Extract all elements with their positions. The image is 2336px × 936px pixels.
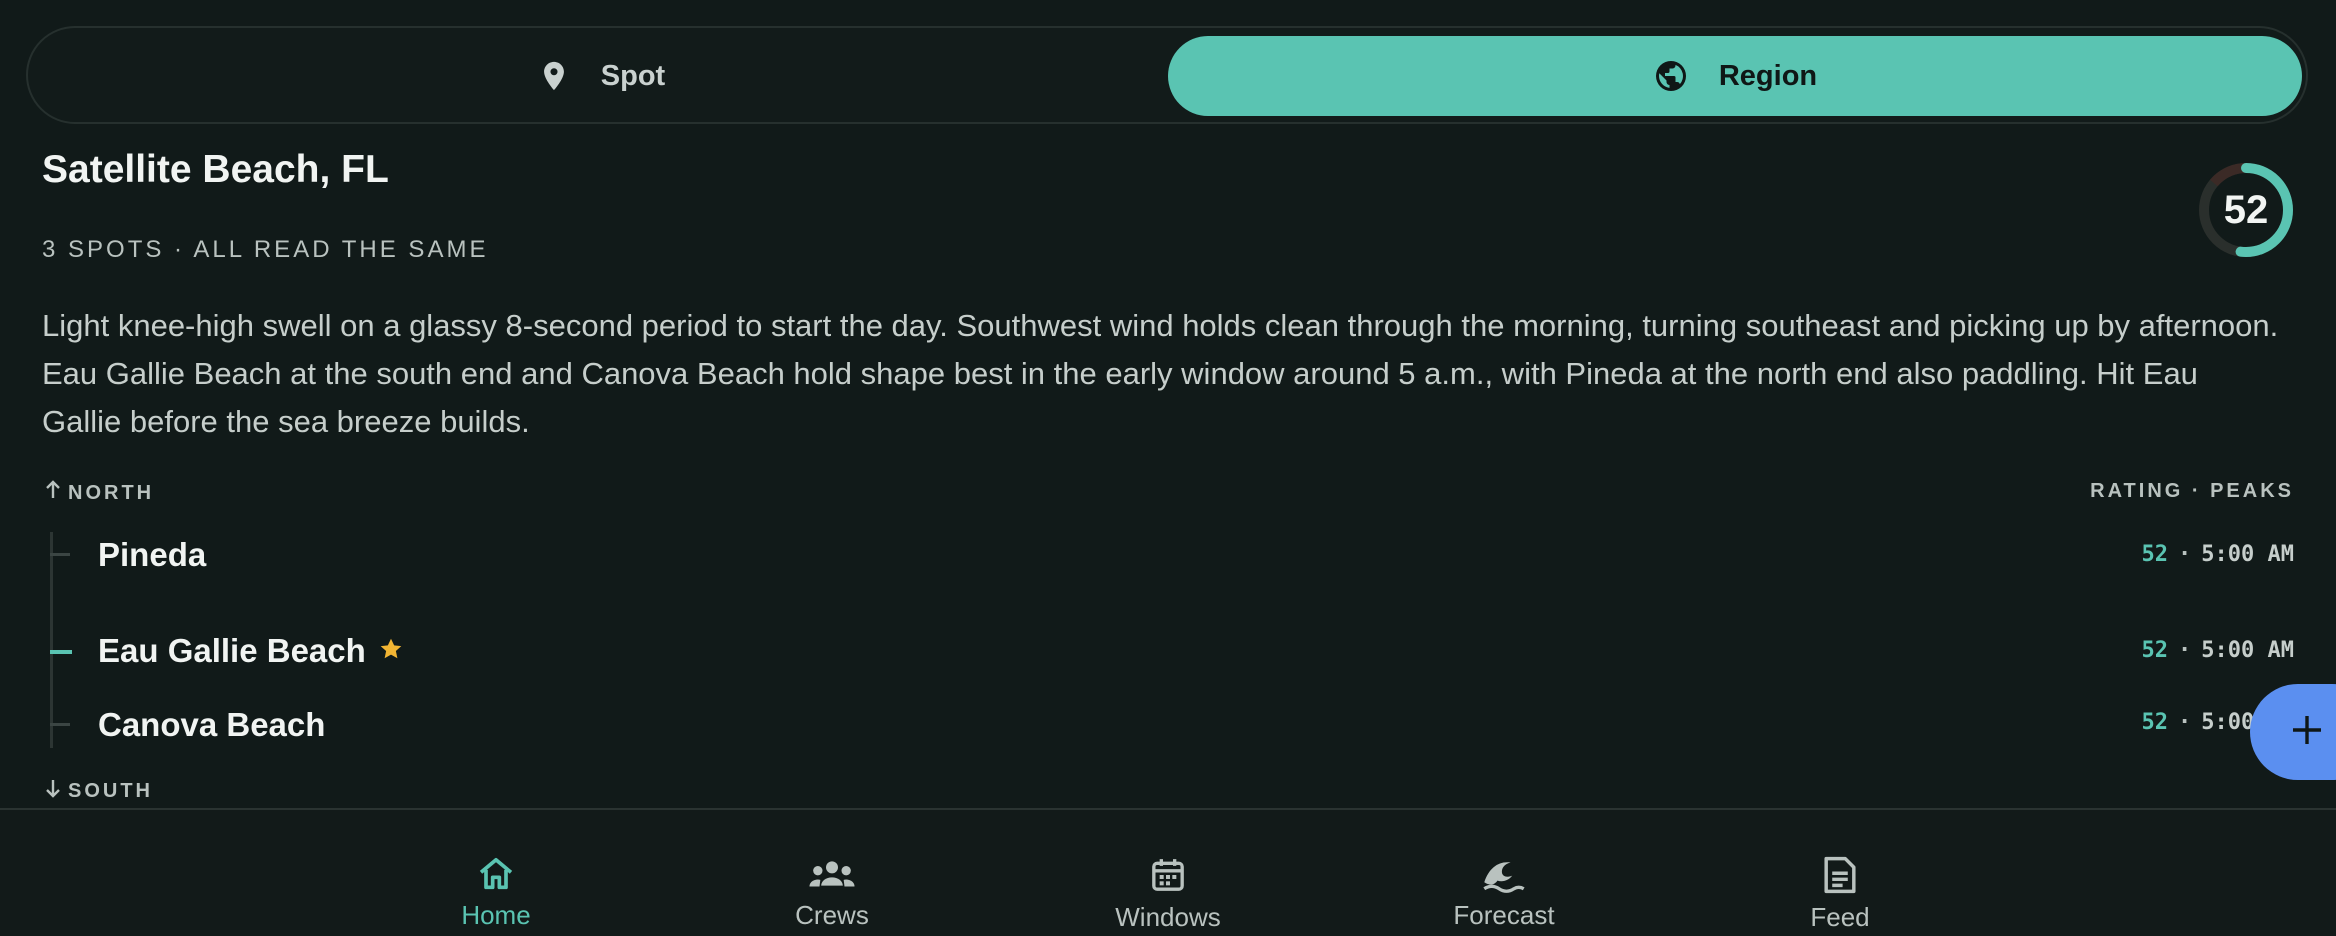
- spot-meta-eau-gallie-beach: 52 · 5:00 AM: [2142, 638, 2294, 663]
- south-label: SOUTH: [44, 778, 153, 804]
- crews-icon: [807, 854, 857, 894]
- nav-home-label: Home: [461, 900, 531, 930]
- calendar-icon: [1148, 854, 1188, 896]
- bottom-nav: Home Crews Windows Forecast Feed: [0, 808, 2336, 936]
- spot-name-eau-gallie-beach[interactable]: Eau Gallie Beach: [98, 632, 404, 670]
- meta-separator: ·: [2178, 638, 2192, 663]
- nav-windows[interactable]: Windows: [1068, 854, 1268, 933]
- nav-crews-label: Crews: [795, 900, 869, 930]
- favorite-star-icon: [378, 632, 404, 670]
- nav-crews[interactable]: Crews: [732, 854, 932, 931]
- spot-meta-pineda: 52 · 5:00 AM: [2142, 542, 2294, 567]
- home-icon: [475, 854, 517, 894]
- region-score: 52: [2223, 187, 2269, 232]
- meta-separator: ·: [2178, 710, 2192, 735]
- nav-forecast[interactable]: Forecast: [1404, 854, 1604, 931]
- spot-peak-time: 5:00 AM: [2201, 542, 2294, 567]
- spot-rating: 52: [2141, 542, 2169, 567]
- nav-feed-label: Feed: [1810, 902, 1870, 932]
- wave-icon: [1481, 854, 1527, 894]
- arrow-up-icon: [44, 480, 62, 506]
- map-pin-icon: [537, 58, 571, 94]
- tab-region-label: Region: [1718, 59, 1818, 92]
- spot-list-rail: [50, 532, 53, 748]
- view-toggle: Spot Region: [26, 26, 2308, 124]
- tab-region[interactable]: Region: [1168, 36, 2302, 116]
- region-view: Spot Region Satellite Beach, FL 3 SPOTS …: [0, 0, 2336, 936]
- nav-feed[interactable]: Feed: [1740, 854, 1940, 933]
- arrow-down-icon: [44, 778, 62, 804]
- meta-separator: ·: [2178, 542, 2192, 567]
- region-summary: Light knee-high swell on a glassy 8-seco…: [42, 308, 2279, 439]
- north-label: NORTH: [44, 480, 154, 506]
- spot-peak-time: 5:00 AM: [2201, 638, 2294, 663]
- spot-rating: 52: [2141, 638, 2169, 663]
- nav-forecast-label: Forecast: [1453, 900, 1555, 930]
- nav-windows-label: Windows: [1115, 902, 1221, 932]
- spot-tick-eau-gallie: [50, 650, 72, 654]
- nav-home[interactable]: Home: [396, 854, 596, 931]
- list-column-header: RATING · PEAKS: [2090, 480, 2294, 502]
- spot-name-canova-beach[interactable]: Canova Beach: [98, 706, 325, 744]
- spot-name-pineda[interactable]: Pineda: [98, 536, 206, 574]
- tab-spot-label: Spot: [600, 59, 666, 92]
- plus-icon: [2290, 713, 2324, 752]
- spot-rating: 52: [2141, 710, 2169, 735]
- tab-spot[interactable]: Spot: [36, 36, 1166, 116]
- spot-tick-canova: [50, 723, 70, 726]
- region-subtitle: 3 SPOTS · ALL READ THE SAME: [42, 236, 489, 263]
- add-button[interactable]: [2250, 684, 2336, 780]
- feed-icon: [1821, 854, 1859, 896]
- globe-icon: [1653, 58, 1689, 94]
- spot-tick-pineda: [50, 553, 70, 556]
- region-title: Satellite Beach, FL: [42, 148, 389, 191]
